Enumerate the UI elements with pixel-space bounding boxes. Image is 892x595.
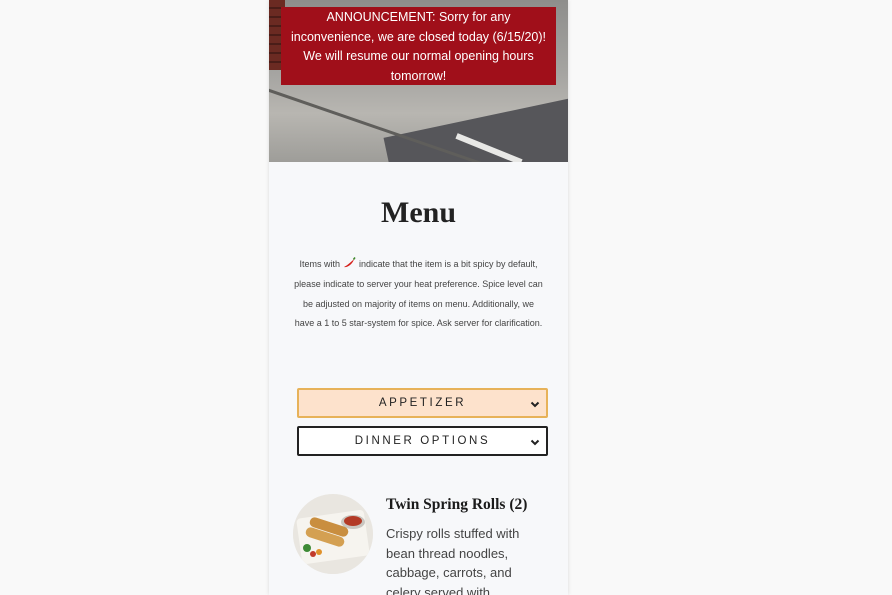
announcement-banner: ANNOUNCEMENT: Sorry for any inconvenienc… xyxy=(281,7,556,85)
intro-text-start: Items with xyxy=(299,259,343,269)
spring-rolls-illustration xyxy=(293,494,373,574)
dinner-options-select-label: DINNER OPTIONS xyxy=(354,435,491,447)
spicy-legend-text: Items with indicate that the item is a b… xyxy=(293,255,544,334)
mobile-page: ANNOUNCEMENT: Sorry for any inconvenienc… xyxy=(269,0,568,595)
asphalt-area xyxy=(383,83,568,162)
appetizer-select-label: APPETIZER xyxy=(378,397,467,409)
item-description: Crispy rolls stuffed with bean thread no… xyxy=(386,526,520,595)
spring-rolls-photo xyxy=(293,494,373,574)
chili-pepper-icon xyxy=(344,257,357,268)
hero-banner-image: ANNOUNCEMENT: Sorry for any inconvenienc… xyxy=(269,0,568,162)
item-title: Twin Spring Rolls (2) xyxy=(386,496,528,513)
intro-text-end: indicate that the item is a bit spicy by… xyxy=(294,259,543,329)
chevron-down-icon xyxy=(530,401,540,408)
chevron-down-icon xyxy=(530,439,540,446)
dinner-options-select[interactable]: DINNER OPTIONS xyxy=(297,426,548,456)
appetizer-select[interactable]: APPETIZER xyxy=(297,388,548,418)
menu-heading: Menu xyxy=(381,196,456,229)
